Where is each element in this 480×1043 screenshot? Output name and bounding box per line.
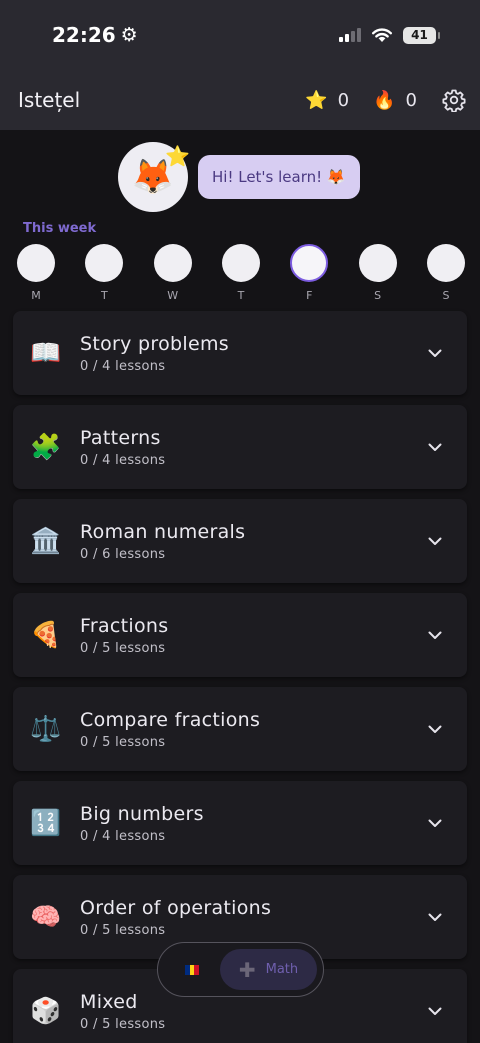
topic-name: Story problems — [80, 332, 229, 355]
clock-text: 22:26 — [52, 23, 116, 47]
day-label: T — [100, 289, 108, 302]
topic-card[interactable]: 🏛️ Roman numerals 0 / 6 lessons — [13, 499, 467, 583]
puzzle-icon: 🧩 — [30, 432, 62, 461]
week-label: This week — [23, 221, 97, 236]
topic-progress: 0 / 4 lessons — [80, 358, 166, 374]
avatar-star-icon: ⭐ — [165, 144, 190, 168]
topic-text: Big numbers 0 / 4 lessons — [80, 803, 427, 844]
day-label: F — [306, 289, 313, 302]
topic-name: Fractions — [80, 614, 169, 637]
day-circle — [358, 244, 397, 282]
day-label: T — [237, 289, 245, 302]
flag-stripe — [194, 964, 200, 975]
topic-progress: 0 / 6 lessons — [80, 546, 166, 562]
chevron-down-icon[interactable] — [427, 909, 443, 925]
day-5: S — [358, 244, 397, 302]
day-6: S — [426, 244, 465, 302]
romania-flag-icon — [185, 964, 200, 975]
cellular-signal-icon — [339, 28, 361, 42]
status-bar: 22:26 ⚙ 41 — [0, 0, 480, 70]
streak-value: 0 — [405, 89, 417, 111]
day-label: W — [167, 289, 179, 302]
day-0: M — [17, 244, 55, 302]
chevron-down-icon[interactable] — [427, 815, 443, 831]
topic-card[interactable]: 🍕 Fractions 0 / 5 lessons — [13, 593, 467, 677]
streak-counter: 🔥 0 — [373, 90, 417, 111]
balance-scale-icon: ⚖️ — [30, 714, 62, 743]
chevron-down-icon[interactable] — [427, 627, 443, 643]
topic-card[interactable]: 🧩 Patterns 0 / 4 lessons — [13, 405, 467, 489]
day-label: S — [374, 289, 382, 302]
chevron-down-icon[interactable] — [427, 439, 443, 455]
topic-progress: 0 / 4 lessons — [80, 452, 166, 468]
brain-icon: 🧠 — [30, 902, 62, 931]
topic-text: Patterns 0 / 4 lessons — [80, 427, 427, 468]
topic-progress: 0 / 5 lessons — [80, 922, 166, 938]
day-circle — [221, 244, 260, 282]
topic-list: 📖 Story problems 0 / 4 lessons 🧩 Patterns 0 /… — [13, 311, 467, 1043]
day-2: W — [153, 244, 192, 302]
greeting-bubble: Hi! Let's learn! 🦊 — [198, 155, 360, 199]
topic-text: Roman numerals 0 / 6 lessons — [80, 521, 427, 562]
topic-card[interactable]: ⚖️ Compare fractions 0 / 5 lessons — [13, 687, 467, 771]
day-label: S — [442, 289, 450, 302]
topic-text: Compare fractions 0 / 5 lessons — [80, 709, 427, 750]
hero: 🦊 ⭐ Hi! Let's learn! 🦊 — [0, 142, 480, 214]
language-button[interactable] — [164, 964, 220, 975]
status-indicators: 41 — [339, 26, 440, 44]
settings-status-icon: ⚙ — [120, 24, 138, 46]
day-3: T — [221, 244, 260, 302]
topic-progress: 0 / 4 lessons — [80, 828, 166, 844]
status-time: 22:26 ⚙ — [52, 23, 138, 47]
classical-building-icon: 🏛️ — [30, 526, 62, 555]
stars-value: 0 — [337, 89, 350, 111]
math-tab[interactable]: ✚ Math — [220, 949, 317, 990]
day-circle — [426, 244, 465, 282]
day-circle — [153, 244, 192, 282]
plus-icon: ✚ — [238, 957, 256, 982]
book-icon: 📖 — [30, 338, 62, 367]
day-circle — [17, 244, 55, 282]
chevron-down-icon[interactable] — [427, 345, 443, 361]
stars-counter: ⭐ 0 — [305, 90, 349, 111]
battery-level: 41 — [411, 28, 428, 42]
day-4: F — [290, 244, 329, 302]
topic-card[interactable]: 🔢 Big numbers 0 / 4 lessons — [13, 781, 467, 865]
topic-name: Patterns — [80, 426, 161, 449]
topic-name: Roman numerals — [80, 520, 246, 543]
topic-progress: 0 / 5 lessons — [80, 640, 166, 656]
app-bar: Istețel ⭐ 0 🔥 0 — [0, 70, 480, 130]
numbers-icon: 🔢 — [30, 808, 62, 837]
topic-progress: 0 / 5 lessons — [80, 734, 166, 750]
star-icon: ⭐ — [305, 89, 328, 111]
settings-button[interactable] — [441, 87, 467, 113]
pizza-icon: 🍕 — [30, 620, 62, 649]
math-tab-label: Math — [265, 962, 299, 977]
topic-text: Order of operations 0 / 5 lessons — [80, 897, 427, 938]
topic-name: Order of operations — [80, 896, 272, 919]
topic-progress: 0 / 5 lessons — [80, 1016, 166, 1032]
week-tracker: MTWTFSS — [17, 244, 465, 302]
topic-text: Story problems 0 / 4 lessons — [80, 333, 427, 374]
gear-icon — [442, 89, 466, 112]
dice-icon: 🎲 — [30, 996, 62, 1025]
battery-icon: 41 — [403, 26, 440, 44]
chevron-down-icon[interactable] — [427, 533, 443, 549]
topic-text: Fractions 0 / 5 lessons — [80, 615, 427, 656]
topic-name: Big numbers — [80, 802, 204, 825]
day-label: M — [31, 289, 41, 302]
screen: 22:26 ⚙ 41 Istețel ⭐ 0 🔥 0 🦊 ⭐ Hi! Let's… — [0, 0, 480, 1043]
day-circle — [85, 244, 124, 282]
app-stats: ⭐ 0 🔥 0 — [305, 87, 467, 113]
day-1: T — [85, 244, 124, 302]
fire-icon: 🔥 — [373, 89, 396, 111]
chevron-down-icon[interactable] — [427, 721, 443, 737]
topic-card[interactable]: 📖 Story problems 0 / 4 lessons — [13, 311, 467, 395]
bottom-nav: ✚ Math — [157, 942, 324, 997]
day-circle-today — [290, 244, 329, 282]
topic-name: Compare fractions — [80, 708, 261, 731]
chevron-down-icon[interactable] — [427, 1003, 443, 1019]
wifi-icon — [372, 28, 392, 42]
app-title: Istețel — [18, 88, 81, 112]
